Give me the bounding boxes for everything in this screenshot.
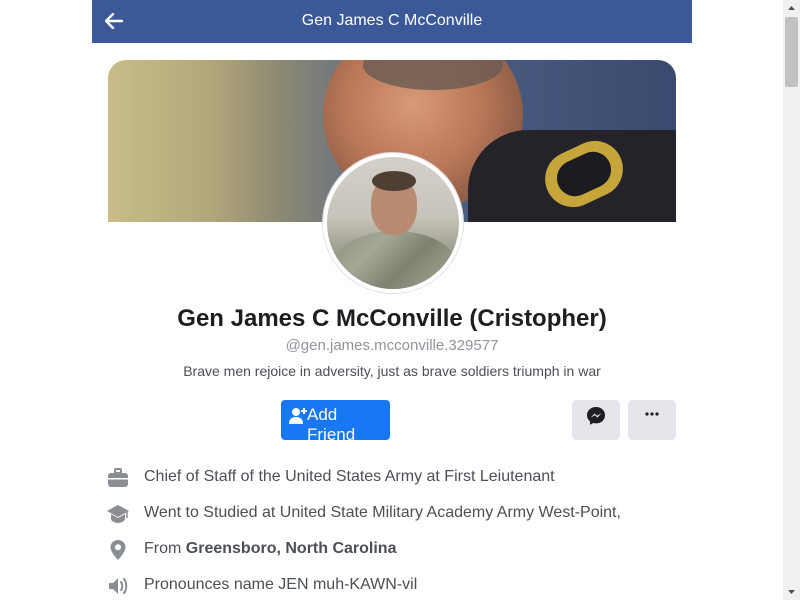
add-friend-button[interactable]: Add Friend [281,400,390,444]
info-location: From Greensboro, North Carolina [106,538,696,562]
info-location-prefix: From [144,540,186,557]
speaker-icon[interactable] [106,574,130,598]
profile-name: Gen James C McConville (Cristopher) [177,305,607,332]
profile-picture[interactable] [323,153,463,293]
scroll-up-button[interactable] [783,0,800,17]
page-title: Gen James C McConville [301,12,483,29]
top-bar: Gen James C McConville [92,0,692,43]
more-dots-icon [645,412,659,416]
message-button[interactable] [572,400,620,440]
more-options-button[interactable] [628,400,676,440]
info-work: Chief of Staff of the United States Army… [106,466,696,490]
add-friend-label: Add Friend [307,405,356,444]
info-location-text: From Greensboro, North Carolina [144,540,396,558]
briefcase-icon [108,468,128,487]
scroll-down-arrow-icon [788,590,795,594]
graduation-cap-icon [107,505,129,523]
profile-username: @gen.james.mcconville.329577 [285,337,499,354]
info-pronunciation: Pronounces name JEN muh-KAWN-vil [106,574,696,598]
scroll-up-arrow-icon [788,6,795,10]
info-education-text: Went to Studied at United State Military… [144,504,621,521]
scroll-down-button[interactable] [783,583,800,600]
info-location-value[interactable]: Greensboro, North Carolina [186,540,397,557]
vertical-scrollbar[interactable] [783,0,800,600]
info-pronunciation-text: Pronounces name JEN muh-KAWN-vil [144,576,418,593]
location-pin-icon [110,540,126,560]
profile-bio: Brave men rejoice in adversity, just as … [183,363,601,379]
scroll-thumb[interactable] [785,17,798,87]
info-work-text: Chief of Staff of the United States Army… [144,468,555,485]
messenger-icon [587,407,605,425]
add-person-icon [289,408,307,424]
info-education: Went to Studied at United State Military… [106,502,696,526]
